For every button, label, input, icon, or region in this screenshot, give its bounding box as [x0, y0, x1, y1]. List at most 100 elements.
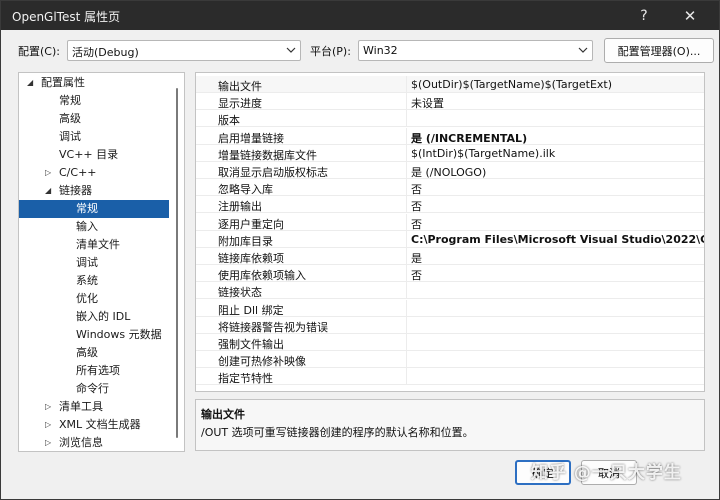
tree-collapsed-icon[interactable]: ▷ — [45, 434, 55, 451]
property-row[interactable]: 忽略导入库 否 — [196, 179, 704, 196]
close-button[interactable]: ✕ — [671, 1, 709, 30]
property-value[interactable]: 否 — [411, 198, 422, 214]
tree-item[interactable]: ▷ 清单工具 — [19, 398, 169, 416]
chevron-down-icon — [286, 43, 296, 60]
tree-item[interactable]: 调试 — [19, 254, 169, 272]
property-row[interactable]: 附加库目录 C:\Program Files\Microsoft Visual S… — [196, 231, 704, 248]
property-value[interactable]: 是 (/INCREMENTAL) — [411, 130, 527, 146]
property-name: 指定节特性 — [218, 372, 273, 385]
property-grid: 输出文件 $(OutDir)$(TargetName)$(TargetExt) 显示… — [195, 72, 705, 392]
property-row[interactable]: 链接状态 — [196, 282, 704, 299]
tree-item[interactable]: 输入 — [19, 218, 169, 236]
tree-item[interactable]: 优化 — [19, 290, 169, 308]
window-title: OpenGlTest 属性页 — [12, 10, 121, 24]
property-row[interactable]: 版本 — [196, 110, 704, 127]
tree-item[interactable]: 常规 — [19, 200, 169, 218]
property-name: 显示进度 — [218, 97, 262, 110]
column-divider — [406, 179, 407, 196]
tree-item-label: 配置属性 — [41, 76, 85, 89]
property-value[interactable]: 未设置 — [411, 95, 444, 111]
property-value[interactable]: 否 — [411, 181, 422, 197]
property-name: 链接状态 — [218, 286, 262, 299]
column-divider — [406, 334, 407, 351]
watermark-text: 知乎 @一只大学生 — [531, 463, 682, 483]
property-row[interactable]: 创建可热修补映像 — [196, 351, 704, 368]
tree-item[interactable]: 调试 — [19, 128, 169, 146]
tree-item[interactable]: 常规 — [19, 92, 169, 110]
tree-item-label: Windows 元数据 — [76, 328, 162, 341]
tree-item[interactable]: ◢ 链接器 — [19, 182, 169, 200]
property-name: 取消显示启动版权标志 — [218, 166, 328, 179]
tree-item[interactable]: ▷ XML 文档生成器 — [19, 416, 169, 434]
tree-item[interactable]: 嵌入的 IDL — [19, 308, 169, 326]
tree-collapsed-icon[interactable]: ▷ — [45, 416, 55, 434]
property-row[interactable]: 指定节特性 — [196, 368, 704, 385]
column-divider — [406, 368, 407, 385]
tree-expanded-icon[interactable]: ◢ — [45, 182, 55, 200]
property-value[interactable]: 否 — [411, 216, 422, 232]
platform-label: 平台(P): — [310, 45, 351, 58]
tree-item[interactable]: Windows 元数据 — [19, 326, 169, 344]
tree-item-label: 命令行 — [76, 382, 109, 395]
tree-item[interactable]: ▷ 浏览信息 — [19, 434, 169, 451]
property-value[interactable]: $(IntDir)$(TargetName).ilk — [411, 147, 555, 160]
property-row[interactable]: 显示进度 未设置 — [196, 93, 704, 110]
tree-item[interactable]: ◢ 配置属性 — [19, 74, 169, 92]
tree-item[interactable]: 清单文件 — [19, 236, 169, 254]
tree-item-label: 浏览信息 — [59, 436, 103, 449]
configuration-manager-button[interactable]: 配置管理器(O)... — [604, 38, 714, 63]
column-divider — [406, 128, 407, 145]
property-value[interactable]: 否 — [411, 267, 422, 283]
property-name: 忽略导入库 — [218, 183, 273, 196]
tree-expanded-icon[interactable]: ◢ — [27, 74, 37, 92]
tree-item[interactable]: 命令行 — [19, 380, 169, 398]
property-row[interactable]: 阻止 Dll 绑定 — [196, 300, 704, 317]
property-row[interactable]: 增量链接数据库文件 $(IntDir)$(TargetName).ilk — [196, 145, 704, 162]
column-divider — [406, 214, 407, 231]
property-name: 将链接器警告视为错误 — [218, 321, 328, 334]
configuration-bar: 配置(C): 活动(Debug) 平台(P): Win32 配置管理器(O)..… — [1, 38, 719, 64]
column-divider — [406, 265, 407, 282]
tree-scrollbar[interactable] — [176, 88, 178, 438]
property-value[interactable]: $(OutDir)$(TargetName)$(TargetExt) — [411, 78, 612, 91]
property-row[interactable]: 输出文件 $(OutDir)$(TargetName)$(TargetExt) — [196, 76, 704, 93]
property-row[interactable]: 逐用户重定向 否 — [196, 214, 704, 231]
platform-select[interactable]: Win32 — [358, 40, 593, 61]
property-name: 使用库依赖项输入 — [218, 269, 306, 282]
property-row[interactable]: 取消显示启动版权标志 是 (/NOLOGO) — [196, 162, 704, 179]
tree-item-label: 高级 — [59, 112, 81, 125]
property-value[interactable]: C:\Program Files\Microsoft Visual Studio… — [411, 233, 704, 246]
tree-item[interactable]: VC++ 目录 — [19, 146, 169, 164]
tree-item[interactable]: 所有选项 — [19, 362, 169, 380]
property-row[interactable]: 使用库依赖项输入 否 — [196, 265, 704, 282]
help-button[interactable]: ? — [625, 1, 663, 30]
property-name: 增量链接数据库文件 — [218, 149, 317, 162]
property-row[interactable]: 链接库依赖项 是 — [196, 248, 704, 265]
tree-item[interactable]: 系统 — [19, 272, 169, 290]
column-divider — [406, 300, 407, 317]
platform-select-value: Win32 — [363, 44, 398, 57]
config-select[interactable]: 活动(Debug) — [67, 40, 301, 61]
tree-item-label: 输入 — [76, 220, 98, 233]
tree-item[interactable]: 高级 — [19, 344, 169, 362]
property-value[interactable]: 是 (/NOLOGO) — [411, 164, 486, 180]
tree-item-label: 嵌入的 IDL — [76, 310, 131, 323]
property-name: 逐用户重定向 — [218, 218, 284, 231]
tree-collapsed-icon[interactable]: ▷ — [45, 398, 55, 416]
property-name: 创建可热修补映像 — [218, 355, 306, 368]
tree-collapsed-icon[interactable]: ▷ — [45, 164, 55, 182]
property-tree: ◢ 配置属性 常规 高级 调试 VC++ 目录 ▷ C/C++ ◢ 链接器 常规 输入 清单文件 调试 系统… — [18, 72, 185, 452]
property-row[interactable]: 强制文件输出 — [196, 334, 704, 351]
property-name: 阻止 Dll 绑定 — [218, 304, 284, 317]
property-name: 输出文件 — [218, 80, 262, 93]
property-value[interactable]: 是 — [411, 250, 422, 266]
description-title: 输出文件 — [201, 408, 245, 421]
property-row[interactable]: 注册输出 否 — [196, 196, 704, 213]
property-row[interactable]: 将链接器警告视为错误 — [196, 317, 704, 334]
config-select-value: 活动(Debug) — [72, 46, 139, 59]
tree-item-label: 常规 — [76, 202, 98, 215]
column-divider — [406, 231, 407, 248]
tree-item[interactable]: ▷ C/C++ — [19, 164, 169, 182]
tree-item[interactable]: 高级 — [19, 110, 169, 128]
property-row[interactable]: 启用增量链接 是 (/INCREMENTAL) — [196, 128, 704, 145]
